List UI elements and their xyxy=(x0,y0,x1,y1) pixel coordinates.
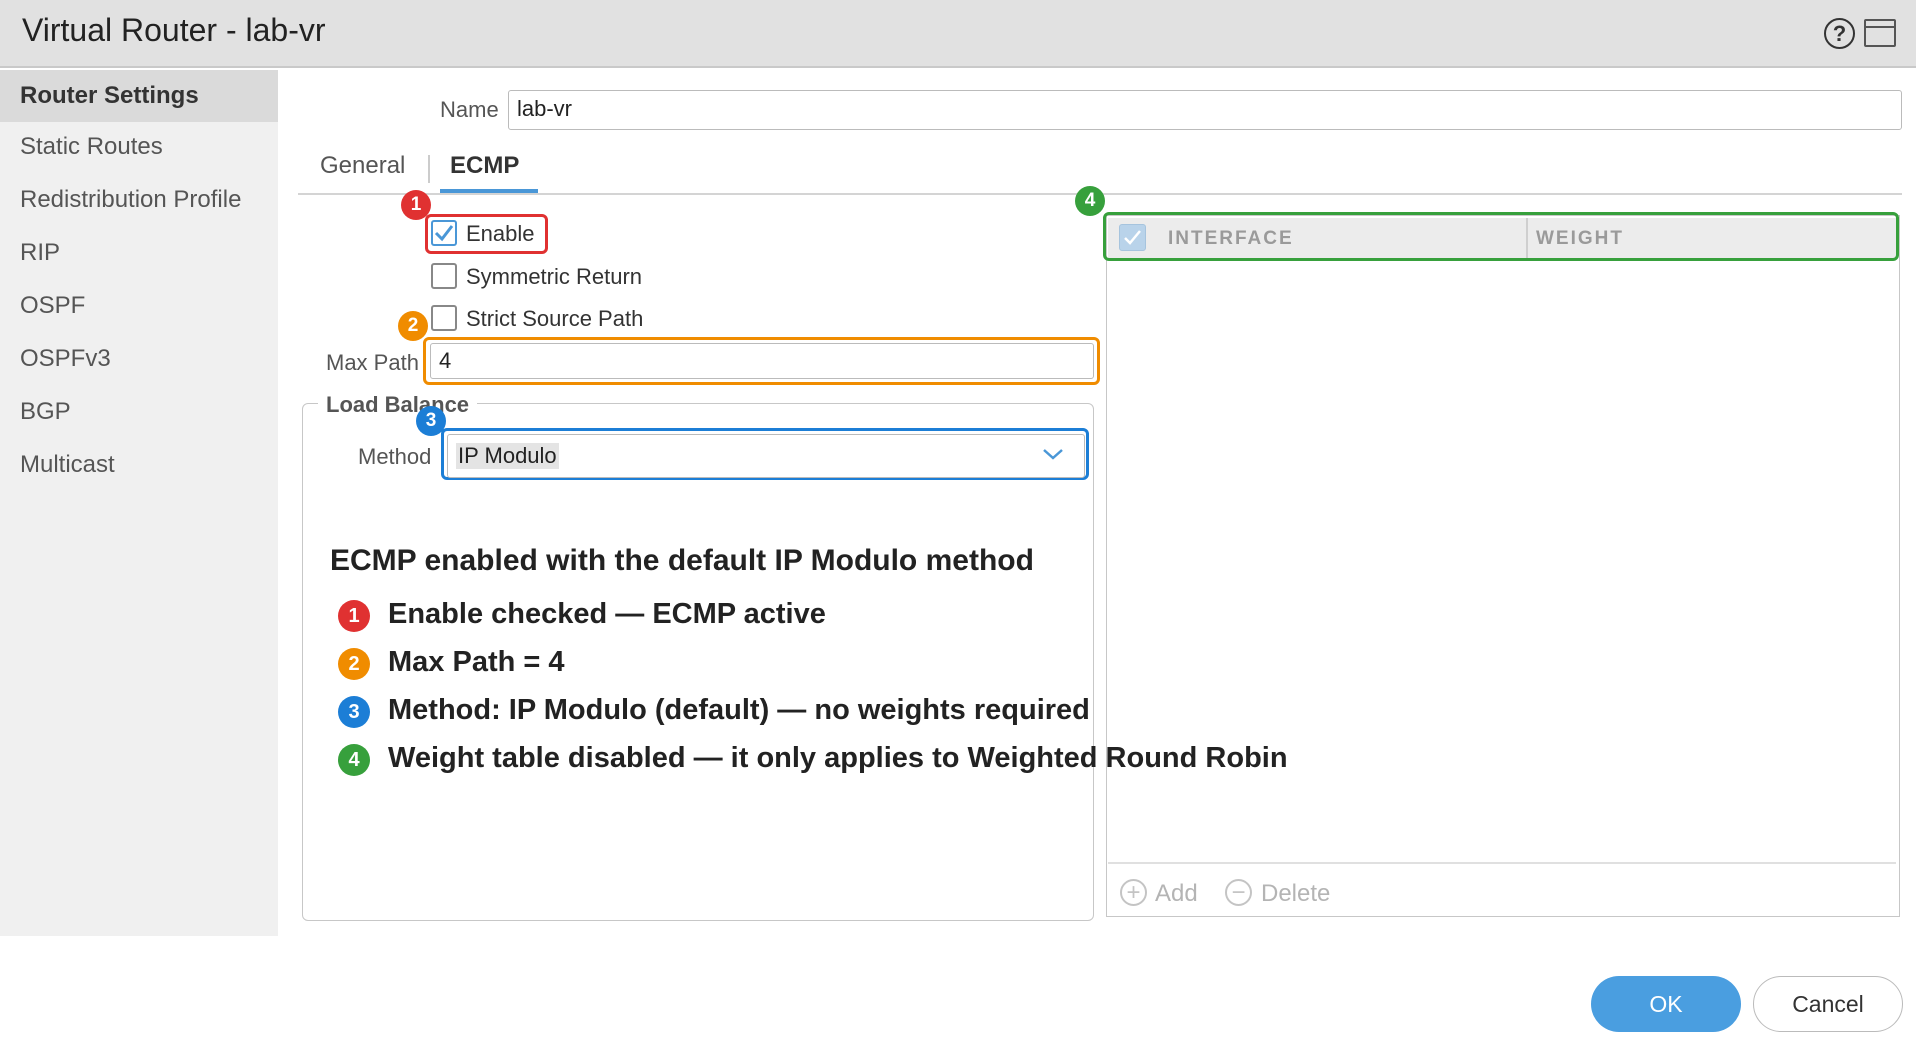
name-input[interactable]: lab-vr xyxy=(508,90,1902,130)
sidebar-item-multicast[interactable]: Multicast xyxy=(0,439,278,491)
sidebar-item-redistribution-profile[interactable]: Redistribution Profile xyxy=(0,174,278,226)
symmetric-return-label: Symmetric Return xyxy=(466,264,643,289)
sidebar-item-ospf[interactable]: OSPF xyxy=(0,280,278,332)
enable-checkbox[interactable] xyxy=(431,220,457,246)
annotation-number-2: 2 xyxy=(338,648,370,680)
strict-source-path-label: Strict Source Path xyxy=(466,306,644,331)
max-path-input[interactable]: 4 xyxy=(430,343,1094,379)
annotation-text-2: Max Path = 4 xyxy=(388,646,565,678)
annotation-number-3: 3 xyxy=(338,696,370,728)
dialog-title: Virtual Router - lab-vr xyxy=(22,12,326,48)
cancel-button[interactable]: Cancel xyxy=(1753,976,1903,1032)
annotation-number-1: 1 xyxy=(338,600,370,632)
annotation-badge-4: 4 xyxy=(1075,186,1105,216)
load-balance-legend: Load Balance xyxy=(318,392,478,418)
delete-button-label[interactable]: Delete xyxy=(1261,880,1330,908)
tab-divider xyxy=(428,155,430,183)
weight-table-highlight-frame xyxy=(1103,212,1899,261)
help-icon[interactable]: ? xyxy=(1824,18,1855,49)
method-selected-value: IP Modulo xyxy=(456,443,559,469)
delete-icon[interactable]: − xyxy=(1225,879,1252,906)
sidebar-item-static-routes[interactable]: Static Routes xyxy=(0,121,278,173)
max-path-label: Max Path xyxy=(326,350,419,375)
annotation-badge-2: 2 xyxy=(398,311,428,341)
strict-source-path-checkbox[interactable] xyxy=(431,305,457,331)
sidebar-item-router-settings[interactable]: Router Settings xyxy=(0,70,278,122)
chevron-down-icon[interactable] xyxy=(1042,447,1064,461)
enable-label: Enable xyxy=(466,221,535,246)
annotation-text-1: Enable checked — ECMP active xyxy=(388,598,826,630)
ok-button[interactable]: OK xyxy=(1591,976,1741,1032)
sidebar: Router Settings Static Routes Redistribu… xyxy=(0,70,278,936)
annotation-text-3: Method: IP Modulo (default) — no weights… xyxy=(388,694,1090,726)
sidebar-item-ospfv3[interactable]: OSPFv3 xyxy=(0,333,278,385)
weight-table xyxy=(1106,215,1900,917)
name-label: Name xyxy=(440,97,499,122)
method-label: Method xyxy=(358,444,432,469)
tab-ecmp[interactable]: ECMP xyxy=(450,152,519,180)
add-button-label[interactable]: Add xyxy=(1155,880,1198,908)
maximize-window-icon[interactable] xyxy=(1864,19,1896,47)
tab-general[interactable]: General xyxy=(320,152,405,180)
annotation-title: ECMP enabled with the default IP Modulo … xyxy=(330,544,1034,577)
table-footer-divider xyxy=(1108,862,1896,864)
annotation-number-4: 4 xyxy=(338,744,370,776)
checkmark-icon xyxy=(434,225,454,242)
sidebar-item-rip[interactable]: RIP xyxy=(0,227,278,279)
symmetric-return-checkbox[interactable] xyxy=(431,263,457,289)
add-icon[interactable]: + xyxy=(1120,879,1147,906)
sidebar-item-bgp[interactable]: BGP xyxy=(0,386,278,438)
